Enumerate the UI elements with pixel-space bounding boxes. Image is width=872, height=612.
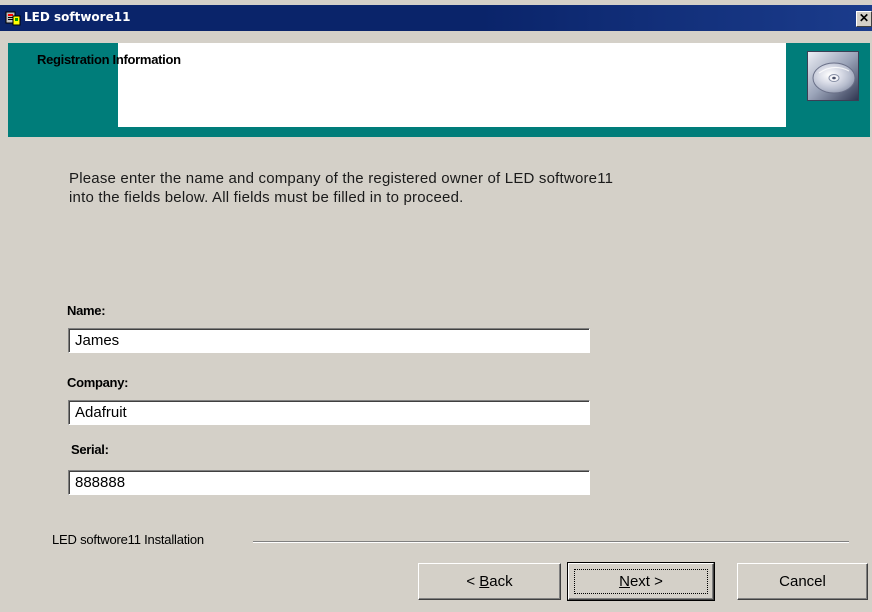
installer-window: LED softwore11 ✕ Registration Informatio… — [0, 0, 872, 612]
back-label: < Back — [466, 573, 512, 590]
back-mnemonic: B — [479, 573, 490, 590]
company-label: Company: — [67, 375, 129, 390]
header-panel — [118, 43, 859, 127]
instructions-line-1: Please enter the name and company of the… — [69, 170, 614, 187]
cancel-button[interactable]: Cancel — [737, 563, 868, 600]
installation-label: LED softwore11 Installation — [52, 532, 204, 547]
serial-field-box — [68, 470, 590, 495]
name-input[interactable] — [69, 329, 589, 352]
serial-input[interactable] — [69, 471, 589, 494]
company-field-box — [68, 400, 590, 425]
name-field-box — [68, 328, 590, 353]
footer-separator — [253, 541, 849, 543]
serial-label: Serial: — [71, 442, 109, 457]
name-label: Name: — [67, 303, 106, 318]
next-rest: ext > — [629, 573, 663, 590]
header-banner: Registration Information — [8, 43, 870, 137]
instructions-line-2: into the fields below. All fields must b… — [69, 189, 464, 206]
instructions-text: Please enter the name and company of the… — [69, 169, 849, 207]
page-title: Registration Information — [37, 52, 181, 67]
cd-icon — [807, 51, 859, 101]
installer-app-icon — [5, 11, 21, 26]
next-button[interactable]: Next > — [567, 562, 715, 601]
close-icon: ✕ — [858, 11, 870, 25]
company-input[interactable] — [69, 401, 589, 424]
back-prefix: < — [466, 573, 480, 590]
next-mnemonic: N — [619, 573, 630, 590]
window-title: LED softwore11 — [24, 10, 131, 24]
next-label: Next > — [619, 573, 663, 590]
back-button[interactable]: < Back — [418, 563, 561, 600]
cancel-label: Cancel — [779, 573, 826, 590]
back-rest: ack — [489, 573, 513, 590]
title-bar[interactable]: LED softwore11 ✕ — [0, 5, 872, 31]
close-button[interactable]: ✕ — [856, 11, 872, 27]
